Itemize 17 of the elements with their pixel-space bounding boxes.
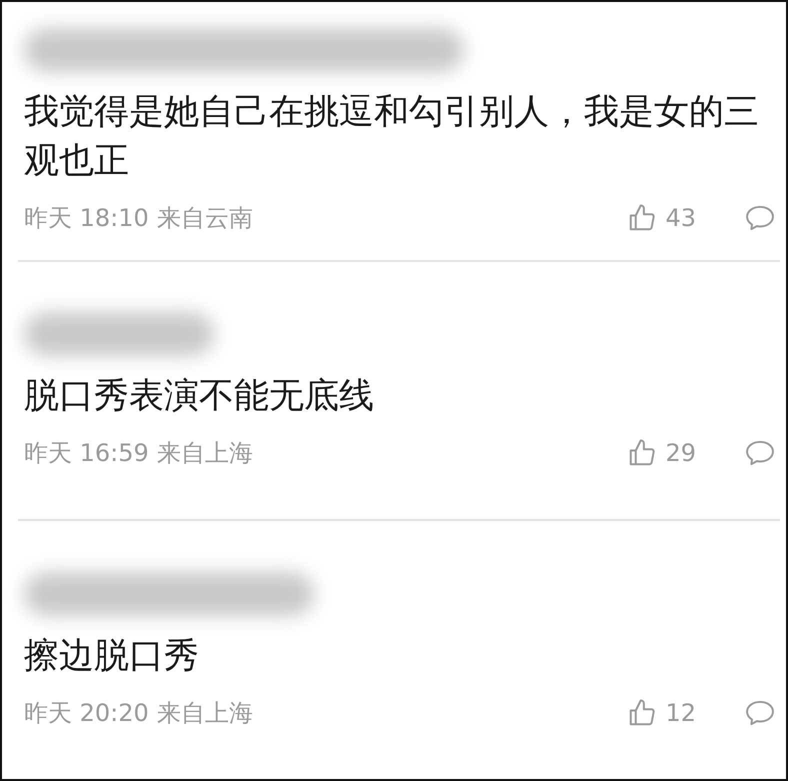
comment-time: 昨天 20:20 — [24, 698, 149, 729]
comment-text: 擦边脱口秀 — [24, 634, 200, 678]
like-button[interactable]: 12 — [627, 698, 696, 728]
like-button[interactable]: 29 — [627, 438, 696, 468]
comment-location: 来自上海 — [156, 698, 253, 729]
comment-time: 昨天 16:59 — [24, 438, 149, 469]
like-button[interactable]: 43 — [627, 202, 696, 233]
comment-location: 来自云南 — [156, 202, 253, 234]
thumbs-up-icon — [627, 698, 658, 728]
comment-location: 来自上海 — [156, 438, 253, 469]
thumbs-up-icon — [627, 202, 658, 233]
comment-button[interactable] — [744, 438, 776, 468]
speech-bubble-icon — [744, 438, 776, 468]
comment-time: 昨天 18:10 — [24, 202, 149, 234]
comment-text: 脱口秀表演不能无底线 — [24, 375, 375, 418]
thumbs-up-icon — [627, 438, 658, 468]
comment-text: 我觉得是她自己在挑逗和勾引别人，我是女的三观也正 — [24, 90, 760, 183]
